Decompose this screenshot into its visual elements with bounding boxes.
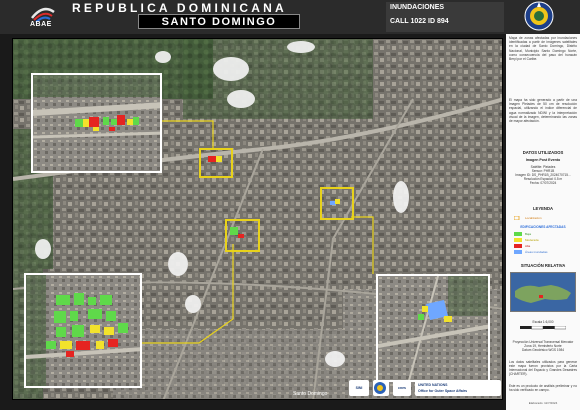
legend-title: LEYENDA: [532, 206, 553, 211]
location-marker-icon: [514, 216, 520, 220]
data-used-title: DATOS UTILIZADOS: [522, 150, 564, 155]
legend-location-label: Localización: [525, 216, 542, 220]
city-title: SANTO DOMINGO: [161, 16, 277, 28]
call-id: CALL 1022 ID 894: [390, 18, 449, 25]
legend-swatch: [514, 238, 522, 242]
post-event-title: Imagen Post Evento: [525, 158, 561, 162]
map-header: ABAE REPUBLICA DOMINICANA SANTO DOMINGO …: [0, 0, 580, 34]
projection-info: Proyección Universal Transversal Mercato…: [509, 340, 577, 352]
relative-location-title: SITUACIÓN RELATIVA: [520, 263, 566, 268]
legend-label: Alta: [525, 244, 531, 248]
cnes-logo: cnes: [393, 380, 411, 396]
callout-box-2[interactable]: [225, 219, 260, 252]
inset-1-imagery: [33, 75, 160, 171]
event-box: INUNDACIONES CALL 1022 ID 894: [386, 2, 504, 32]
legend-swatch: [514, 244, 522, 248]
callout-box-3[interactable]: [320, 187, 354, 220]
country-title: REPUBLICA DOMINICANA: [72, 1, 287, 15]
zoom-inset-3[interactable]: [376, 274, 490, 382]
callout-box-1[interactable]: [199, 148, 233, 178]
event-type: INUNDACIONES: [390, 4, 445, 11]
disclaimer: Los datos satelitales utilizados para ge…: [509, 360, 577, 376]
disclaimer-2: Este es un producto de análisis prelimin…: [509, 384, 577, 392]
zoom-inset-1[interactable]: [31, 73, 162, 173]
abae-logo-text: ABAE: [30, 21, 52, 28]
legend-swatch: [514, 232, 522, 236]
post-event-details: Satélite: Pleiades Sensor: PHR1B Imagen …: [509, 165, 577, 185]
legend-swatch: [514, 250, 522, 254]
satellite-map[interactable]: Santo Domingo SINI cnes UNITED NATIONS O…: [12, 38, 503, 400]
sini-logo: SINI: [349, 380, 369, 396]
panel-method: El mapa ha sido generado a partir de una…: [509, 98, 577, 124]
post-event-line: Fecha: 07/07/2024: [529, 181, 557, 185]
legend-label: Moderada: [525, 238, 539, 242]
scale-text: Escala 1:6,000: [532, 320, 554, 324]
place-label: Santo Domingo: [293, 391, 328, 397]
info-panel: Mapa de zonas afectadas por inundaciones…: [506, 34, 580, 410]
affected-title: EDIFICACIONES AFECTADAS: [520, 225, 566, 229]
island-map-icon: [515, 285, 571, 303]
relative-location-map[interactable]: [510, 272, 576, 312]
charter-badge-icon: [524, 1, 554, 31]
footer-date: Elaborado: 11/7/2024: [528, 401, 558, 405]
legend-label: Baja: [525, 232, 532, 236]
unoosa-logo: UNITED NATIONS Office for Outer Space Af…: [415, 380, 501, 396]
zoom-inset-2[interactable]: [24, 273, 142, 388]
projection-line: Datum Geodésico WGS 1984: [522, 348, 564, 352]
inset-2-imagery: [26, 275, 140, 386]
city-title-box: SANTO DOMINGO: [138, 14, 300, 29]
unoosa-line-2: Office for Outer Space Affairs: [418, 389, 468, 393]
inset-3-imagery: [378, 276, 488, 380]
agency-logo: [373, 380, 389, 396]
panel-intro: Mapa de zonas afectadas por inundaciones…: [509, 36, 577, 62]
legend-label: Áreas inundadas: [525, 250, 548, 254]
scale-bar-icon: [520, 326, 566, 330]
agency-emblem-icon: [374, 382, 386, 394]
partner-logos: SINI cnes UNITED NATIONS Office for Oute…: [349, 379, 502, 399]
